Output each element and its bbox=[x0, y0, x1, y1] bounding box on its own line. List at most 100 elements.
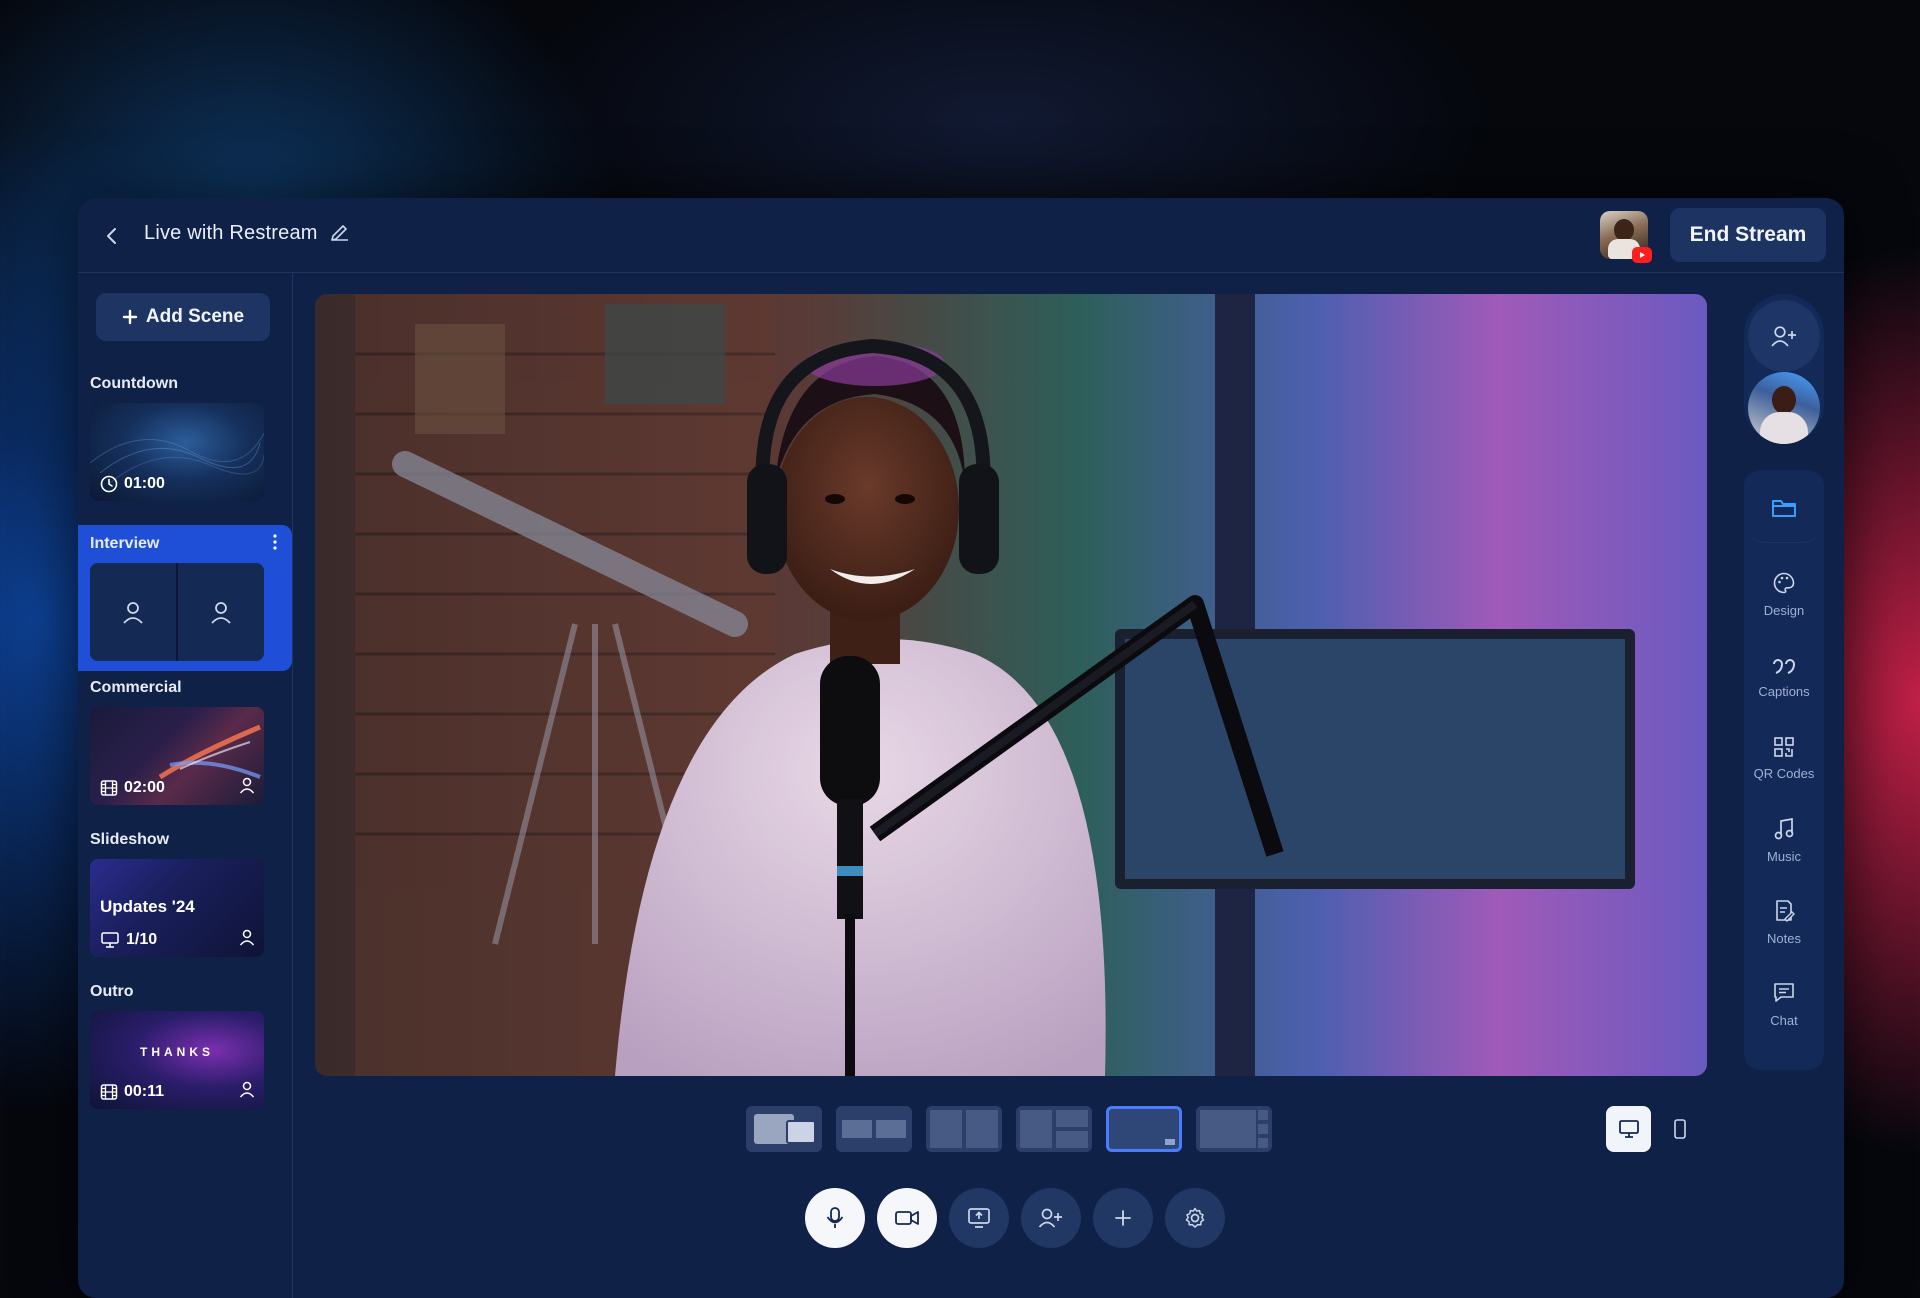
kebab-menu-icon bbox=[273, 534, 277, 550]
duration-badge: 02:00 bbox=[100, 779, 165, 797]
host-video-frame bbox=[315, 294, 1707, 1076]
add-person-icon bbox=[1771, 326, 1796, 347]
stream-controls bbox=[805, 1188, 1225, 1248]
person-icon bbox=[238, 1080, 256, 1103]
tool-label: Chat bbox=[1770, 1012, 1798, 1028]
layout-split-two[interactable] bbox=[926, 1106, 1002, 1152]
person-icon bbox=[123, 602, 143, 624]
qr-icon bbox=[1774, 736, 1794, 757]
person-icon bbox=[238, 928, 256, 951]
layout-side-by-side-small[interactable] bbox=[836, 1106, 912, 1152]
film-icon bbox=[100, 780, 118, 796]
layout-grid-three[interactable] bbox=[1016, 1106, 1092, 1152]
add-scene-button[interactable]: Add Scene bbox=[96, 293, 270, 341]
scene-slideshow[interactable]: Slideshow Updates '24 1/10 bbox=[78, 831, 292, 967]
tool-label: Captions bbox=[1758, 683, 1810, 699]
layout-options bbox=[746, 1106, 1272, 1156]
stream-preview[interactable] bbox=[315, 294, 1707, 1076]
scene-thumbnail[interactable]: 01:00 bbox=[90, 403, 264, 501]
landscape-button[interactable] bbox=[1606, 1106, 1651, 1152]
scene-thumbnail[interactable]: 02:00 bbox=[90, 707, 264, 805]
scene-outro[interactable]: Outro THANKS 00:11 bbox=[78, 983, 292, 1119]
scene-thumbnail[interactable]: Updates '24 1/10 bbox=[90, 859, 264, 957]
avatar-face bbox=[1614, 219, 1634, 241]
end-stream-button[interactable]: End Stream bbox=[1670, 208, 1826, 262]
pencil-icon bbox=[331, 225, 348, 241]
back-button[interactable] bbox=[96, 220, 128, 252]
tools-panel: Design Captions QR Codes Music Notes Cha… bbox=[1744, 470, 1824, 1070]
music-tool[interactable]: Music bbox=[1744, 802, 1824, 878]
notes-tool[interactable]: Notes bbox=[1744, 884, 1824, 960]
palette-icon bbox=[1773, 572, 1795, 593]
scene-label: Interview bbox=[90, 535, 160, 552]
tool-label: Notes bbox=[1767, 930, 1801, 946]
microphone-icon bbox=[826, 1207, 844, 1228]
scenes-sidebar: Add Scene Countdown 01:00 Interview Comm… bbox=[78, 273, 293, 1298]
notes-icon bbox=[1776, 899, 1795, 922]
presentation-icon bbox=[101, 932, 119, 948]
video-camera-icon bbox=[895, 1211, 919, 1225]
person-icon bbox=[211, 602, 231, 624]
phone-icon bbox=[1673, 1119, 1686, 1139]
top-bar: Live with Restream End Stream bbox=[78, 198, 1844, 273]
guests-panel bbox=[1744, 294, 1824, 444]
layout-fullscreen[interactable] bbox=[1106, 1106, 1182, 1152]
add-media-button[interactable] bbox=[1093, 1188, 1153, 1248]
add-person-icon bbox=[1038, 1208, 1062, 1228]
countdown-time: 01:00 bbox=[124, 475, 165, 492]
scene-label: Slideshow bbox=[90, 831, 170, 848]
tool-label: Design bbox=[1763, 602, 1805, 618]
slide-title: Updates '24 bbox=[100, 897, 195, 916]
guest-avatar[interactable] bbox=[1748, 372, 1820, 444]
share-screen-button[interactable] bbox=[949, 1188, 1009, 1248]
orientation-toggle bbox=[1606, 1104, 1702, 1154]
scene-countdown[interactable]: Countdown 01:00 bbox=[78, 375, 292, 511]
scene-label: Countdown bbox=[90, 375, 178, 392]
stream-title: Live with Restream bbox=[144, 222, 318, 244]
plus-icon bbox=[122, 309, 138, 325]
plus-icon bbox=[1115, 1210, 1131, 1226]
studio-window: Live with Restream End Stream Add Scene … bbox=[78, 198, 1844, 1298]
chat-icon bbox=[1774, 982, 1794, 1002]
layout-picture-in-picture[interactable] bbox=[746, 1106, 822, 1152]
invite-guest-button[interactable] bbox=[1021, 1188, 1081, 1248]
scene-commercial[interactable]: Commercial 02:00 bbox=[78, 679, 292, 815]
folder-icon bbox=[1772, 500, 1796, 517]
slide-count-badge: 1/10 bbox=[100, 931, 157, 949]
portrait-button[interactable] bbox=[1657, 1106, 1702, 1152]
screen-share-icon bbox=[968, 1208, 990, 1228]
thanks-text: THANKS bbox=[140, 1045, 214, 1059]
scene-label: Outro bbox=[90, 983, 134, 1000]
media-folder-button[interactable] bbox=[1750, 474, 1818, 543]
edit-title-button[interactable] bbox=[328, 222, 352, 246]
monitor-icon bbox=[1618, 1120, 1639, 1138]
chat-tool[interactable]: Chat bbox=[1744, 966, 1824, 1042]
captions-tool[interactable]: Captions bbox=[1744, 638, 1824, 714]
microphone-button[interactable] bbox=[805, 1188, 865, 1248]
film-icon bbox=[100, 1084, 118, 1100]
chevron-left-icon bbox=[107, 228, 116, 244]
destination-avatar[interactable] bbox=[1600, 211, 1652, 263]
scene-label: Commercial bbox=[90, 679, 182, 696]
duration-time: 02:00 bbox=[124, 779, 165, 796]
countdown-badge: 01:00 bbox=[100, 475, 165, 493]
duration-badge: 00:11 bbox=[100, 1083, 164, 1101]
settings-button[interactable] bbox=[1165, 1188, 1225, 1248]
add-scene-label: Add Scene bbox=[145, 306, 245, 327]
add-guest-button[interactable] bbox=[1748, 300, 1820, 372]
design-tool[interactable]: Design bbox=[1744, 556, 1824, 632]
youtube-icon bbox=[1632, 247, 1652, 263]
layout-side-list[interactable] bbox=[1196, 1106, 1272, 1152]
scene-menu-button[interactable] bbox=[272, 533, 278, 556]
scene-thumbnail[interactable] bbox=[90, 563, 264, 661]
qr-codes-tool[interactable]: QR Codes bbox=[1744, 720, 1824, 796]
scene-thumbnail[interactable]: THANKS 00:11 bbox=[90, 1011, 264, 1109]
tool-label: QR Codes bbox=[1753, 765, 1815, 781]
slide-count: 1/10 bbox=[126, 931, 158, 948]
camera-button[interactable] bbox=[877, 1188, 937, 1248]
scene-interview[interactable]: Interview bbox=[78, 525, 292, 671]
guest-slot bbox=[90, 563, 178, 661]
quote-icon bbox=[1773, 658, 1796, 674]
music-icon bbox=[1774, 817, 1794, 839]
clock-icon bbox=[100, 475, 118, 493]
